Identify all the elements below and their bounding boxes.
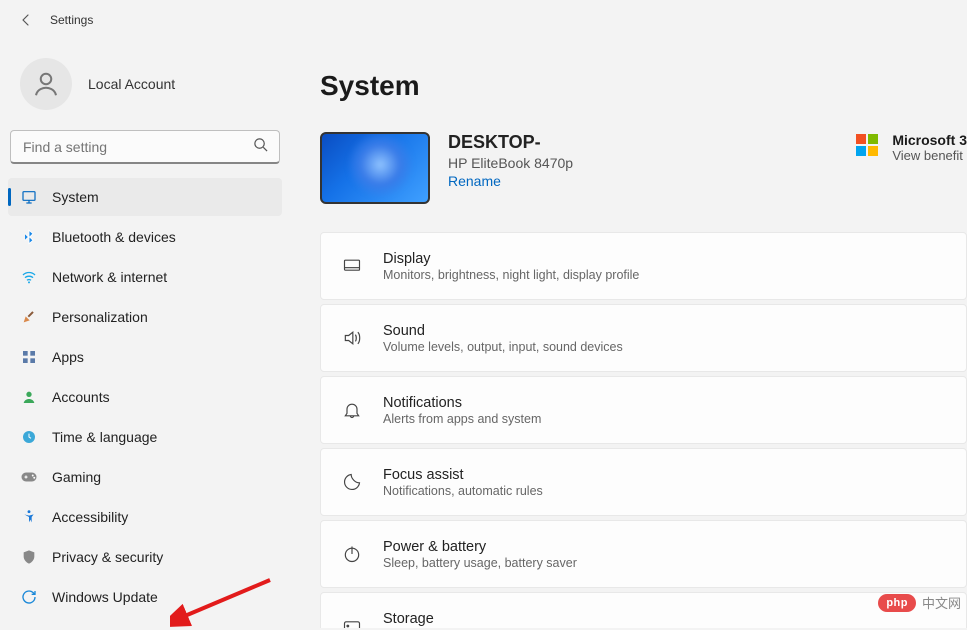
card-title: Notifications [383,395,541,411]
accounts-icon [20,388,38,406]
card-display[interactable]: DisplayMonitors, brightness, night light… [320,232,967,300]
sidebar-item-apps[interactable]: Apps [8,338,282,376]
card-title: Display [383,251,639,267]
card-subtitle: Alerts from apps and system [383,412,541,426]
pc-model: HP EliteBook 8470p [448,155,573,171]
update-icon [20,588,38,606]
sidebar-item-privacy[interactable]: Privacy & security [8,538,282,576]
card-subtitle: Volume levels, output, input, sound devi… [383,340,623,354]
sidebar-item-label: System [52,189,99,205]
ms-sub: View benefit [892,148,967,163]
system-icon [20,188,38,206]
nav-list: System Bluetooth & devices Network & inter… [8,178,282,616]
card-title: Sound [383,323,623,339]
sidebar-item-update[interactable]: Windows Update [8,578,282,616]
card-notifications[interactable]: NotificationsAlerts from apps and system [320,376,967,444]
watermark-badge: php [878,594,916,612]
sidebar-item-label: Personalization [52,309,148,325]
profile-block[interactable]: Local Account [8,50,282,130]
card-subtitle: Sleep, battery usage, battery saver [383,556,577,570]
sidebar-item-time[interactable]: Time & language [8,418,282,456]
sidebar-item-accessibility[interactable]: Accessibility [8,498,282,536]
privacy-icon [20,548,38,566]
card-subtitle: Notifications, automatic rules [383,484,543,498]
arrow-left-icon [18,12,34,28]
sidebar-item-network[interactable]: Network & internet [8,258,282,296]
profile-name: Local Account [88,76,175,92]
sidebar-item-personalization[interactable]: Personalization [8,298,282,336]
notifications-icon [341,400,363,420]
card-sound[interactable]: SoundVolume levels, output, input, sound… [320,304,967,372]
sidebar-item-label: Apps [52,349,84,365]
person-icon [31,69,61,99]
card-title: Storage [383,611,613,627]
sidebar-item-label: Network & internet [52,269,167,285]
sidebar-item-label: Accessibility [52,509,128,525]
card-title: Power & battery [383,539,577,555]
sidebar-item-label: Bluetooth & devices [52,229,176,245]
sidebar-item-label: Accounts [52,389,110,405]
sidebar: Local Account System Bluetooth & devices N… [0,40,290,628]
gaming-icon [20,468,38,486]
network-icon [20,268,38,286]
main-content: System DESKTOP- HP EliteBook 8470p Renam… [290,40,967,628]
bluetooth-icon [20,228,38,246]
window-title: Settings [50,13,93,27]
back-button[interactable] [8,2,44,38]
sidebar-item-system[interactable]: System [8,178,282,216]
microsoft-365-tile[interactable]: Microsoft 3 View benefit [856,132,967,163]
watermark-text: 中文网 [922,593,961,612]
card-focus[interactable]: Focus assistNotifications, automatic rul… [320,448,967,516]
desktop-wallpaper-thumbnail [320,132,430,204]
card-storage[interactable]: StorageStorage space, drives, configurat… [320,592,967,628]
pc-name: DESKTOP- [448,132,573,153]
sidebar-item-bluetooth[interactable]: Bluetooth & devices [8,218,282,256]
sidebar-item-label: Privacy & security [52,549,163,565]
focus-icon [341,472,363,492]
page-title: System [320,70,967,102]
search-icon [253,137,268,157]
personalization-icon [20,308,38,326]
avatar [20,58,72,110]
sidebar-item-label: Time & language [52,429,157,445]
display-icon [341,256,363,276]
apps-icon [20,348,38,366]
watermark: php 中文网 [878,593,961,612]
ms-title: Microsoft 3 [892,132,967,148]
rename-link[interactable]: Rename [448,173,501,189]
search-input[interactable] [10,130,280,164]
sidebar-item-gaming[interactable]: Gaming [8,458,282,496]
card-power[interactable]: Power & batterySleep, battery usage, bat… [320,520,967,588]
sidebar-item-label: Windows Update [52,589,158,605]
power-icon [341,544,363,564]
time-icon [20,428,38,446]
accessibility-icon [20,508,38,526]
sidebar-item-label: Gaming [52,469,101,485]
card-title: Focus assist [383,467,543,483]
sound-icon [341,328,363,348]
settings-card-list: DisplayMonitors, brightness, night light… [320,232,967,628]
sidebar-item-accounts[interactable]: Accounts [8,378,282,416]
storage-icon [341,616,363,628]
card-subtitle: Monitors, brightness, night light, displ… [383,268,639,282]
microsoft-logo-icon [856,134,878,156]
